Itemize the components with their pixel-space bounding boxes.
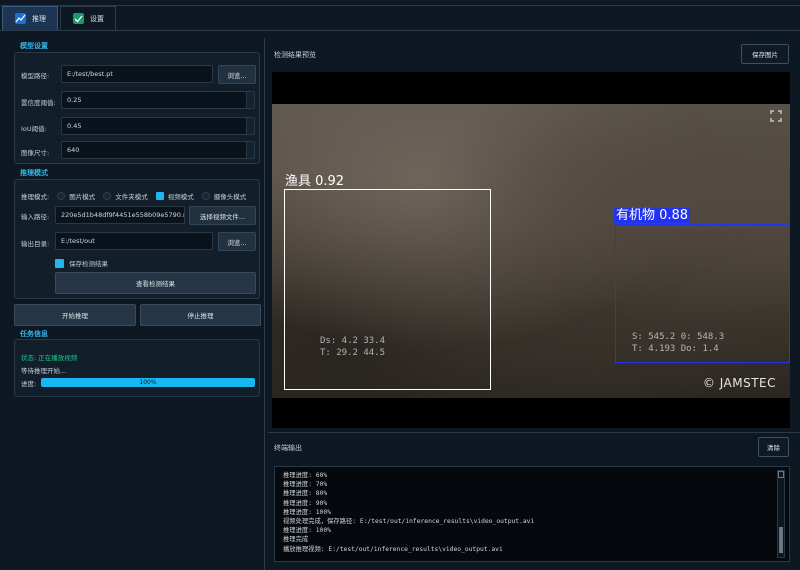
iou-spinbox[interactable]: 0.45 — [61, 117, 255, 135]
view-results-button[interactable]: 查看检测结果 — [55, 272, 256, 294]
checkbox-icon — [73, 13, 84, 24]
task-status: 状态: 正在播放视频 — [21, 354, 78, 362]
video-frame: 渔具 0.92 有机物 0.88 Ds: 4.2 33.4 T: 29.2 44… — [272, 104, 790, 398]
input-path-label: 输入路径: — [21, 213, 50, 221]
console-title: 终端输出 — [274, 444, 302, 452]
input-path-input[interactable]: 220e5d1b48df9f4451e558b09e5790.mp4 — [55, 206, 185, 224]
hud-left-line-1: Ds: 4.2 33.4 — [320, 336, 386, 346]
output-dir-label: 输出目录: — [21, 240, 50, 248]
select-video-button[interactable]: 选择视频文件... — [189, 206, 256, 225]
tab-settings-label: 设置 — [90, 14, 104, 23]
console-line: 推理进度: 80% — [283, 490, 328, 498]
console-line: 推理进度: 60% — [283, 472, 328, 479]
radio-image-mode[interactable]: 图片模式 — [57, 191, 95, 201]
model-settings-group: 模型路径: E:/test/best.pt 浏览... 置信度阈值: 0.25 … — [14, 52, 260, 164]
mode-radio-row: 推理模式: 图片模式 文件夹模式 视频模式 摄像头模式 — [21, 191, 254, 201]
preview-console-splitter[interactable] — [268, 432, 800, 433]
radio-dot — [57, 192, 66, 200]
confidence-stepper[interactable] — [246, 92, 254, 108]
console-output[interactable]: 推理进度: 60% 推理进度: 70% 推理进度: 80% 推理进度: 90% 推理进度… — [274, 466, 790, 562]
save-image-button[interactable]: 保存图片 — [741, 44, 789, 64]
start-inference-button[interactable]: 开始推理 — [14, 304, 136, 326]
model-settings-title: 模型设置 — [20, 42, 48, 50]
console-line: 推理完成 — [283, 536, 309, 544]
confidence-spinbox[interactable]: 0.25 — [61, 91, 255, 109]
radio-video-mode-label: 视频模式 — [167, 193, 194, 201]
radio-camera-mode[interactable]: 摄像头模式 — [201, 191, 247, 201]
model-browse-button[interactable]: 浏览... — [218, 65, 256, 84]
console-line: 视频处理完成，保存路径: E:/test/out/inference_resul… — [283, 518, 535, 526]
detection-box-fishing-gear — [284, 189, 491, 390]
model-path-label: 模型路径: — [21, 72, 50, 80]
console-lines: 推理进度: 60% 推理进度: 70% 推理进度: 80% 推理进度: 90% 推理进度… — [283, 471, 534, 554]
radio-camera-mode-label: 摄像头模式 — [213, 193, 247, 201]
detection-preview: 渔具 0.92 有机物 0.88 Ds: 4.2 33.4 T: 29.2 44… — [272, 72, 790, 428]
model-path-input[interactable]: E:/test/best.pt — [61, 65, 213, 83]
output-browse-button[interactable]: 浏览... — [218, 232, 256, 251]
inference-mode-title: 推理模式 — [20, 169, 48, 177]
radio-dot — [103, 192, 112, 200]
tab-settings[interactable]: 设置 — [60, 6, 116, 30]
top-border — [0, 5, 800, 6]
tab-inference-label: 推理 — [32, 14, 46, 23]
tab-inference[interactable]: 推理 — [2, 6, 58, 30]
console-line: 推理进度: 100% — [283, 527, 331, 535]
task-message: 等待推理开始... — [21, 367, 67, 375]
image-size-label: 图像尺寸: — [21, 149, 50, 157]
image-size-stepper[interactable] — [246, 142, 254, 158]
preview-title: 检测结果预览 — [274, 51, 316, 59]
mode-label: 推理模式: — [21, 193, 50, 201]
progress-bar: 100% — [41, 378, 255, 387]
detection-label-organic-matter: 有机物 0.88 — [614, 208, 691, 223]
scroll-up-arrow[interactable] — [778, 471, 784, 478]
scroll-thumb[interactable] — [779, 527, 783, 553]
checkbox-checked-icon — [55, 258, 64, 268]
radio-dot — [201, 192, 210, 200]
stop-inference-button[interactable]: 停止推理 — [140, 304, 261, 326]
task-info-group: 状态: 正在播放视频 等待推理开始... 进度: 100% — [14, 339, 260, 397]
radio-video-mode[interactable]: 视频模式 — [155, 191, 194, 201]
task-info-title: 任务信息 — [20, 330, 48, 338]
chart-line-icon — [15, 13, 26, 24]
save-results-checkbox[interactable]: 保存检测结果 — [55, 258, 108, 268]
clear-button[interactable]: 清除 — [758, 437, 789, 457]
hud-left-line-2: T: 29.2 44.5 — [320, 348, 386, 358]
hud-right-line-2: T: 4.193 Do: 1.4 — [632, 344, 719, 354]
expand-icon — [770, 110, 782, 122]
detection-box-organic-matter — [615, 224, 790, 363]
console-line: 推理进度: 90% — [283, 499, 328, 507]
console-line: 推理进度: 70% — [283, 481, 328, 489]
image-size-spinbox[interactable]: 640 — [61, 141, 255, 159]
tab-bar-divider — [0, 30, 800, 31]
output-dir-input[interactable]: E:/test/out — [55, 232, 213, 250]
panel-splitter[interactable] — [264, 38, 265, 570]
confidence-label: 置信度阈值: — [21, 99, 56, 107]
console-line: 推理进度: 100% — [283, 508, 331, 516]
iou-stepper[interactable] — [246, 118, 254, 134]
iou-value: 0.45 — [67, 122, 82, 130]
hud-right-line-1: S: 545.2 0: 548.3 — [632, 332, 725, 342]
inference-mode-group: 推理模式: 图片模式 文件夹模式 视频模式 摄像头模式 输入路径: 220e5d… — [14, 179, 260, 299]
radio-dot-selected — [155, 192, 164, 200]
watermark: © JAMSTEC — [702, 376, 776, 390]
detection-label-fishing-gear: 渔具 0.92 — [285, 174, 345, 189]
radio-folder-mode-label: 文件夹模式 — [115, 193, 148, 201]
iou-label: IoU阈值: — [21, 125, 47, 133]
progress-text: 100% — [139, 379, 157, 386]
image-size-value: 640 — [67, 146, 80, 154]
console-scrollbar[interactable] — [777, 470, 785, 558]
radio-folder-mode[interactable]: 文件夹模式 — [103, 191, 148, 201]
console-line: 播放推理视频: E:/test/out/inference_results\vi… — [283, 545, 503, 553]
progress-label: 进度: — [21, 380, 37, 388]
save-results-label: 保存检测结果 — [69, 260, 108, 268]
radio-image-mode-label: 图片模式 — [69, 193, 96, 201]
confidence-value: 0.25 — [67, 96, 82, 104]
